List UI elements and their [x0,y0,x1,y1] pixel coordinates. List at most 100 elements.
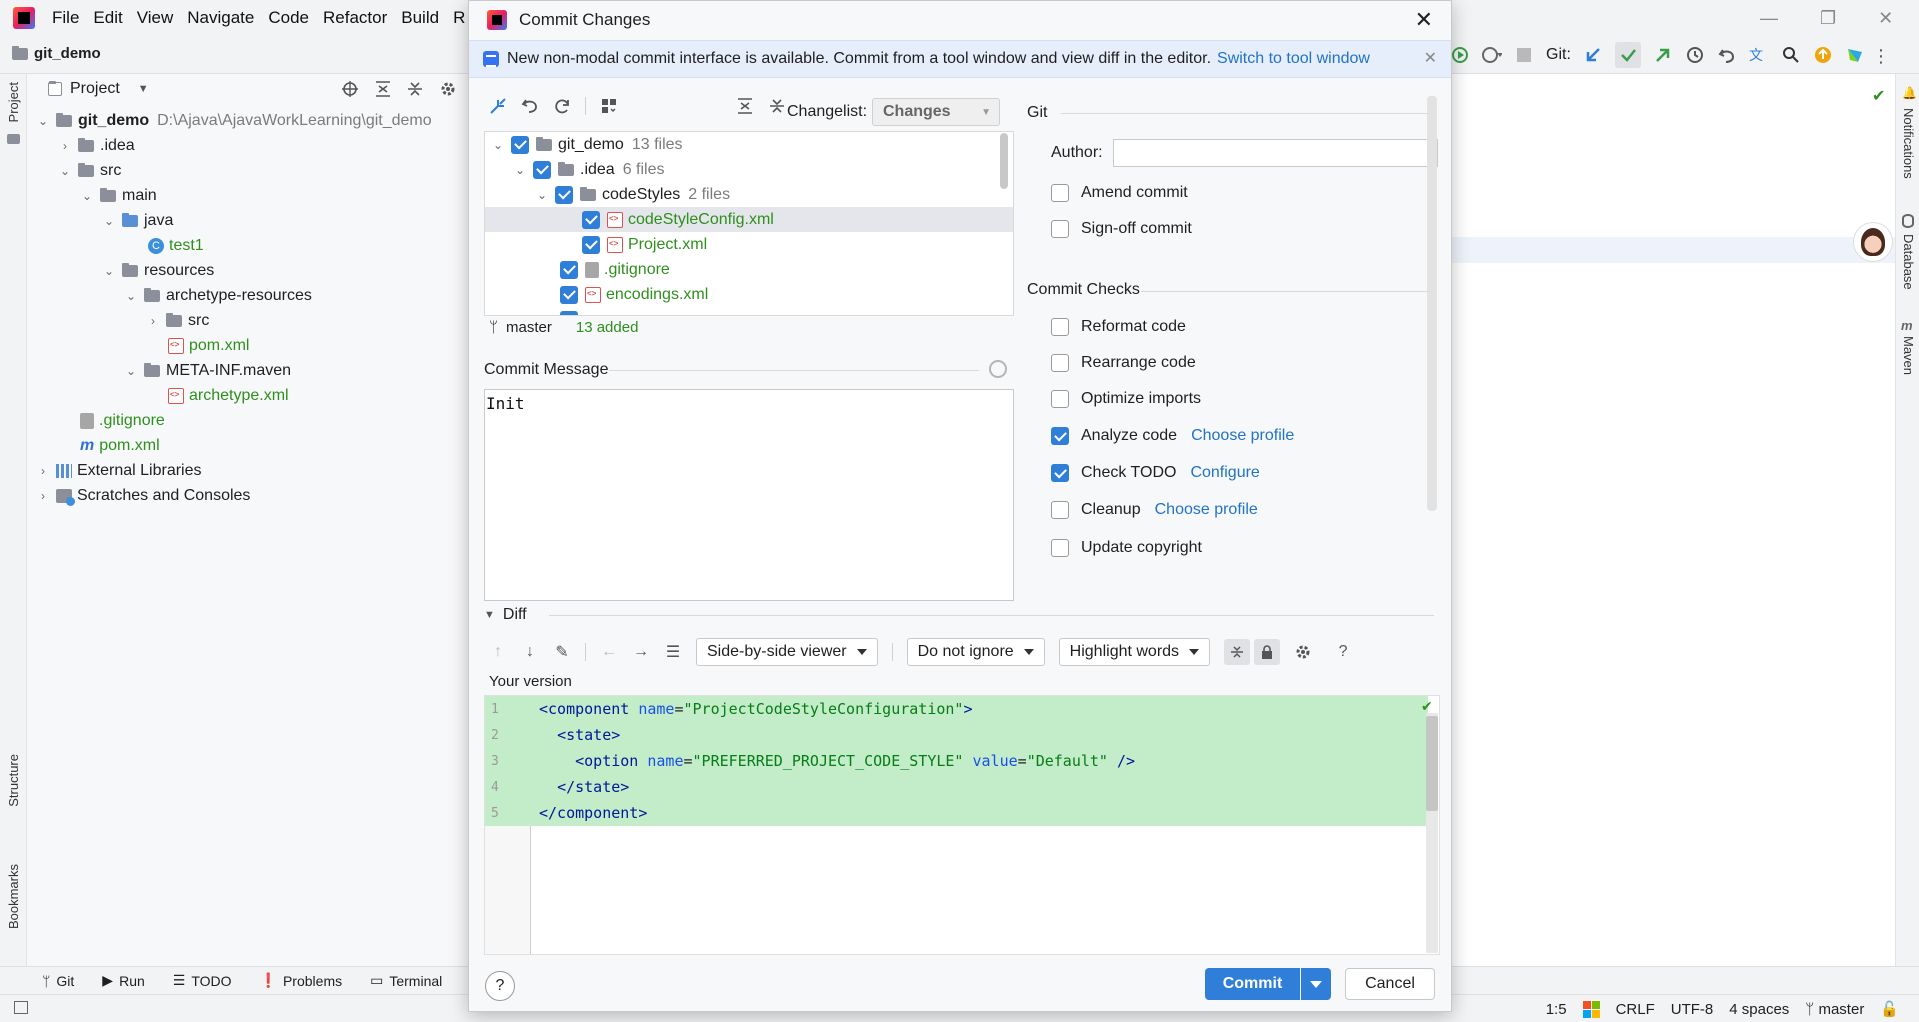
switch-to-tool-window-link[interactable]: Switch to tool window [1217,50,1370,68]
tree-item[interactable]: ⌄ main [80,183,157,208]
run-coverage-icon[interactable] [1450,45,1470,65]
menu-build[interactable]: Build [394,8,446,28]
cleanup-choose-profile-link[interactable]: Choose profile [1155,501,1258,519]
menu-navigate[interactable]: Navigate [180,8,261,28]
git-update-icon[interactable] [1583,45,1603,65]
bell-icon[interactable]: 🔔 [1902,86,1917,100]
optimize-imports-checkbox[interactable] [1051,390,1069,408]
chevron-down-icon[interactable]: ⌄ [513,163,527,177]
next-difference-icon[interactable]: ↓ [521,643,539,661]
minimize-icon[interactable]: — [1760,8,1778,29]
profiler-icon[interactable] [1482,45,1502,65]
structure-tool-tab[interactable]: Structure [6,754,21,807]
tree-item[interactable]: ⌄ archetype-resources [124,283,312,308]
breadcrumb-project[interactable]: git_demo [34,45,101,62]
file-tree-row[interactable]: ⌄ codeStyles 2 files [485,182,1013,207]
menu-view[interactable]: View [130,8,181,28]
ignore-whitespace-dropdown[interactable]: Do not ignore [906,638,1045,666]
translate-icon[interactable]: 文 [1749,45,1769,65]
problems-tool-tab[interactable]: ❗ Problems [260,972,343,989]
project-tool-tab[interactable]: Project [6,82,21,122]
check-todo-option[interactable]: Check TODO Configure [1051,464,1260,482]
chevron-down-icon[interactable]: ⌄ [124,289,138,303]
tree-item[interactable]: m pom.xml [80,433,160,458]
file-checkbox[interactable] [560,285,578,304]
reformat-checkbox[interactable] [1051,318,1069,336]
avatar[interactable] [1853,222,1893,262]
prev-file-icon[interactable]: ← [600,643,618,661]
chevron-down-icon[interactable]: ⌄ [491,138,505,152]
edit-source-icon[interactable]: ✎ [553,643,571,661]
chevron-right-icon[interactable]: › [58,139,72,153]
optimize-imports-option[interactable]: Optimize imports [1051,390,1201,408]
terminal-tool-tab[interactable]: ▭ Terminal [370,972,442,989]
rearrange-option[interactable]: Rearrange code [1051,354,1196,372]
toggle-tool-windows-icon[interactable] [14,1001,28,1014]
diff-editor[interactable]: 1 <component name="ProjectCodeStyleConfig… [484,695,1440,955]
git-push-icon[interactable] [1653,45,1673,65]
status-branch[interactable]: ᛘ master [1805,1001,1864,1018]
collapse-all-icon[interactable] [406,80,424,103]
project-view-selector[interactable]: Project ▼ [48,80,149,98]
file-tree-scrollbar[interactable] [1000,133,1008,189]
signoff-commit-option[interactable]: Sign-off commit [1051,220,1192,238]
tree-item[interactable]: ⌄ resources [102,258,214,283]
help-icon[interactable]: ? [1334,643,1352,661]
chevron-down-icon[interactable]: ⌄ [36,114,50,128]
file-tree-row[interactable]: ⌄ git_demo 13 files [485,132,1013,157]
file-tree-row-selected[interactable]: codeStyleConfig.xml [485,207,1013,232]
tree-item[interactable]: pom.xml [168,333,249,358]
jetbrains-toolbox-icon[interactable] [1845,45,1865,65]
banner-close-icon[interactable]: ✕ [1424,48,1437,68]
tree-item[interactable]: › External Libraries [36,458,202,483]
file-checkbox[interactable] [555,185,573,204]
tree-item[interactable]: › .idea [58,133,135,158]
tree-item[interactable]: archetype.xml [168,383,289,408]
file-checkbox[interactable] [560,310,578,315]
line-separator[interactable]: CRLF [1616,1001,1655,1018]
author-input[interactable] [1113,139,1438,167]
close-window-icon[interactable]: ✕ [1878,8,1893,29]
cleanup-checkbox[interactable] [1051,501,1069,519]
chevron-right-icon[interactable]: › [146,314,160,328]
menu-code[interactable]: Code [261,8,316,28]
highlight-dropdown[interactable]: Highlight words [1058,638,1211,666]
amend-commit-checkbox[interactable] [1051,184,1069,202]
file-checkbox[interactable] [582,210,600,229]
configure-todo-link[interactable]: Configure [1190,464,1259,482]
check-todo-checkbox[interactable] [1051,464,1069,482]
lock-icon[interactable] [1254,639,1281,665]
maven-tool-tab[interactable]: Maven [1901,336,1916,375]
locate-icon[interactable] [341,80,359,103]
analyze-choose-profile-link[interactable]: Choose profile [1191,427,1294,445]
analyze-code-checkbox[interactable] [1051,427,1069,445]
analyze-code-option[interactable]: Analyze code Choose profile [1051,427,1294,445]
run-tool-tab[interactable]: ▶ Run [102,972,144,989]
group-by-icon[interactable] [600,97,618,115]
update-copyright-option[interactable]: Update copyright [1051,539,1202,557]
options-scrollbar[interactable] [1427,96,1437,511]
project-tool-icon[interactable] [7,134,20,144]
changelist-select[interactable]: Changes ▼ [872,98,1000,126]
cancel-button[interactable]: Cancel [1345,968,1435,1000]
tree-item[interactable]: ⌄ java [102,208,173,233]
update-available-icon[interactable] [1813,45,1833,65]
amend-commit-option[interactable]: Amend commit [1051,184,1188,202]
tree-item[interactable]: › Scratches and Consoles [36,483,250,508]
tree-item[interactable]: › src [146,308,209,333]
chevron-down-icon[interactable]: ⌄ [124,364,138,378]
menu-file[interactable]: File [45,8,86,28]
viewer-dropdown[interactable]: Side-by-side viewer [696,638,878,666]
show-diff-icon[interactable] [489,97,507,115]
commit-message-history-icon[interactable] [989,360,1007,378]
restore-icon[interactable]: ❐ [1820,8,1836,29]
menu-refactor[interactable]: Refactor [316,8,394,28]
file-checkbox[interactable] [511,135,529,154]
chevron-down-icon[interactable]: ⌄ [102,264,116,278]
todo-tool-tab[interactable]: ☰ TODO [173,972,232,989]
tree-item[interactable]: ⌄ src [58,158,121,183]
close-icon[interactable]: ✕ [1415,7,1433,33]
commit-message-input[interactable] [484,389,1014,601]
chevron-down-icon[interactable]: ⌄ [102,214,116,228]
refresh-icon[interactable] [553,97,571,115]
